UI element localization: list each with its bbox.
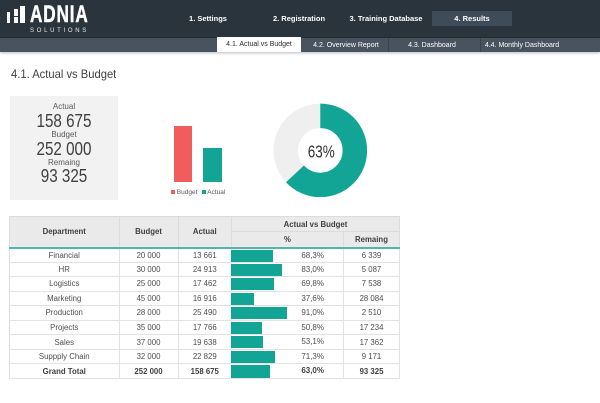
svg-text:63%: 63% (308, 142, 335, 162)
